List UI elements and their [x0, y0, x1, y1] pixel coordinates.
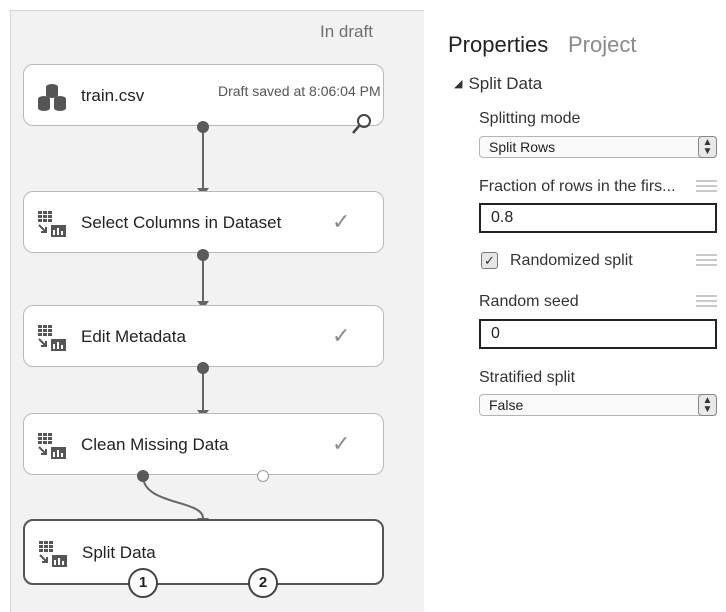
checkmark-icon: ✓ — [332, 209, 351, 234]
tab-properties[interactable]: Properties — [448, 32, 548, 58]
randomized-split-checkbox[interactable]: ✓ — [481, 252, 498, 269]
select-arrows-icon: ▲ ▼ — [698, 394, 717, 416]
output-port[interactable] — [197, 362, 209, 374]
draft-saved-note: Draft saved at 8:06:04 PM — [218, 83, 381, 99]
module-icon — [38, 211, 66, 237]
select-value: False — [489, 397, 524, 413]
module-icon — [39, 541, 67, 567]
splitting-mode-label: Splitting mode — [479, 110, 581, 127]
splitting-mode-select[interactable]: Split Rows ▲ ▼ — [479, 136, 717, 158]
select-value: Split Rows — [489, 139, 556, 155]
module-name: Split Data — [82, 543, 156, 562]
output-port-2[interactable] — [257, 470, 269, 482]
tab-project[interactable]: Project — [568, 32, 636, 58]
module-name: Clean Missing Data — [81, 435, 229, 454]
checkmark-icon: ✓ — [332, 431, 351, 456]
random-seed-label: Random seed — [479, 293, 579, 310]
collapse-triangle-icon: ◢ — [454, 78, 463, 90]
module-clean-missing-data[interactable]: Clean Missing Data ✓ — [23, 413, 384, 475]
drag-handle-icon[interactable] — [696, 295, 717, 310]
output-port-1[interactable] — [137, 470, 149, 482]
module-icon — [38, 433, 66, 459]
output-port-1[interactable]: 1 — [128, 568, 158, 598]
visualize-icon[interactable] — [351, 113, 373, 135]
fraction-label: Fraction of rows in the firs... — [479, 178, 676, 195]
connector-4 — [142, 475, 204, 519]
section-header-split-data[interactable]: ◢ Split Data — [454, 74, 542, 94]
module-name: train.csv — [81, 86, 145, 105]
dataset-icon — [38, 84, 66, 111]
section-title: Split Data — [468, 74, 543, 93]
module-icon — [38, 325, 66, 351]
random-seed-input[interactable]: 0 — [479, 319, 717, 349]
stratified-split-label: Stratified split — [479, 369, 576, 386]
module-select-columns[interactable]: Select Columns in Dataset ✓ — [23, 191, 384, 253]
drag-handle-icon[interactable] — [696, 180, 717, 195]
module-name: Select Columns in Dataset — [81, 213, 282, 232]
output-port[interactable] — [197, 249, 209, 261]
stratified-split-select[interactable]: False ▲ ▼ — [479, 394, 717, 416]
module-train-csv[interactable]: train.csv Draft saved at 8:06:04 PM — [23, 64, 384, 134]
checkmark-icon: ✓ — [332, 323, 351, 348]
output-port-2[interactable]: 2 — [248, 568, 278, 598]
module-name: Edit Metadata — [81, 327, 186, 346]
fraction-input[interactable]: 0.8 — [479, 203, 717, 233]
properties-panel: Properties Project ◢ Split Data Splitting… — [424, 10, 726, 611]
randomized-split-label: Randomized split — [510, 252, 633, 269]
output-port[interactable] — [197, 121, 209, 133]
module-split-data[interactable]: Split Data — [23, 519, 384, 585]
select-arrows-icon: ▲ ▼ — [698, 136, 717, 158]
module-edit-metadata[interactable]: Edit Metadata ✓ — [23, 305, 384, 367]
drag-handle-icon[interactable] — [696, 254, 717, 269]
draft-status: In draft — [320, 22, 373, 41]
